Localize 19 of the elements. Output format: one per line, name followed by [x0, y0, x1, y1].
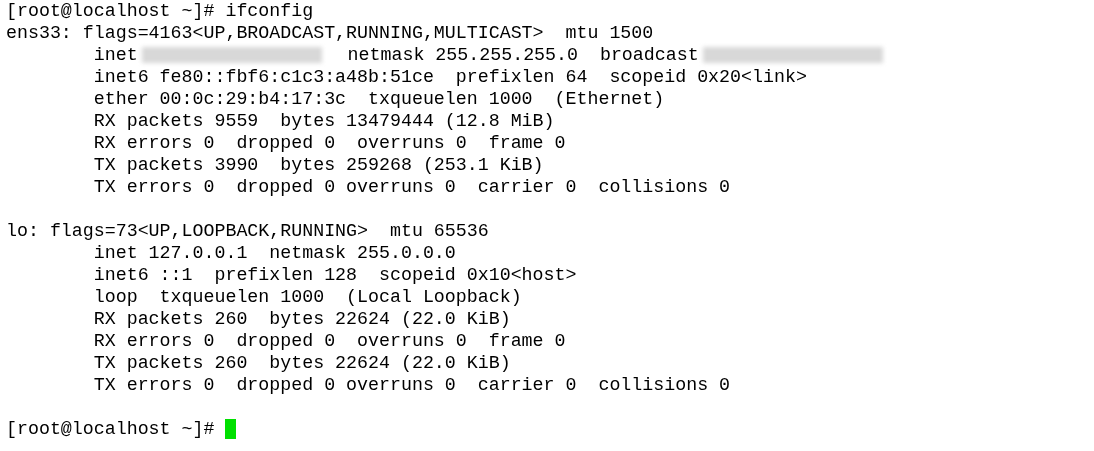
terminal-line: [root@localhost ~]# ifconfig — [6, 0, 314, 22]
terminal-line: inet 127.0.0.1 netmask 255.0.0.0 — [92, 242, 456, 264]
terminal-line: ens33: flags=4163<UP,BROADCAST,RUNNING,MULTICAST> mtu 1500 — [6, 22, 654, 44]
terminal-line: RX packets 9559 bytes 13479444 (12.8 MiB) — [92, 110, 555, 132]
terminal-line: inet — [92, 44, 138, 66]
terminal-line: lo: flags=73<UP,LOOPBACK,RUNNING> mtu 65536 — [6, 220, 489, 242]
terminal-line: [root@localhost ~]# — [6, 418, 216, 440]
terminal-line: inet6 ::1 prefixlen 128 scopeid 0x10<host> — [92, 264, 577, 286]
terminal-line: RX errors 0 dropped 0 overruns 0 frame 0 — [92, 330, 566, 352]
terminal-line: inet6 fe80::fbf6:c1c3:a48b:51ce prefixlen 64 scopeid 0x20<link> — [92, 66, 807, 88]
terminal-line: TX packets 3990 bytes 259268 (253.1 KiB) — [92, 154, 544, 176]
terminal-line: TX errors 0 dropped 0 overruns 0 carrier 0 collisions 0 — [92, 176, 731, 198]
terminal-line: netmask 255.255.255.0 broadcast — [346, 44, 699, 66]
terminal-line: RX errors 0 dropped 0 overruns 0 frame 0 — [92, 132, 566, 154]
terminal-line: TX packets 260 bytes 22624 (22.0 KiB) — [92, 352, 511, 374]
terminal-line: loop txqueuelen 1000 (Local Loopback) — [92, 286, 522, 308]
terminal-line: RX packets 260 bytes 22624 (22.0 KiB) — [92, 308, 511, 330]
terminal-line: TX errors 0 dropped 0 overruns 0 carrier 0 collisions 0 — [92, 374, 731, 396]
terminal-line: ether 00:0c:29:b4:17:3c txqueuelen 1000 (Ethernet) — [92, 88, 665, 110]
